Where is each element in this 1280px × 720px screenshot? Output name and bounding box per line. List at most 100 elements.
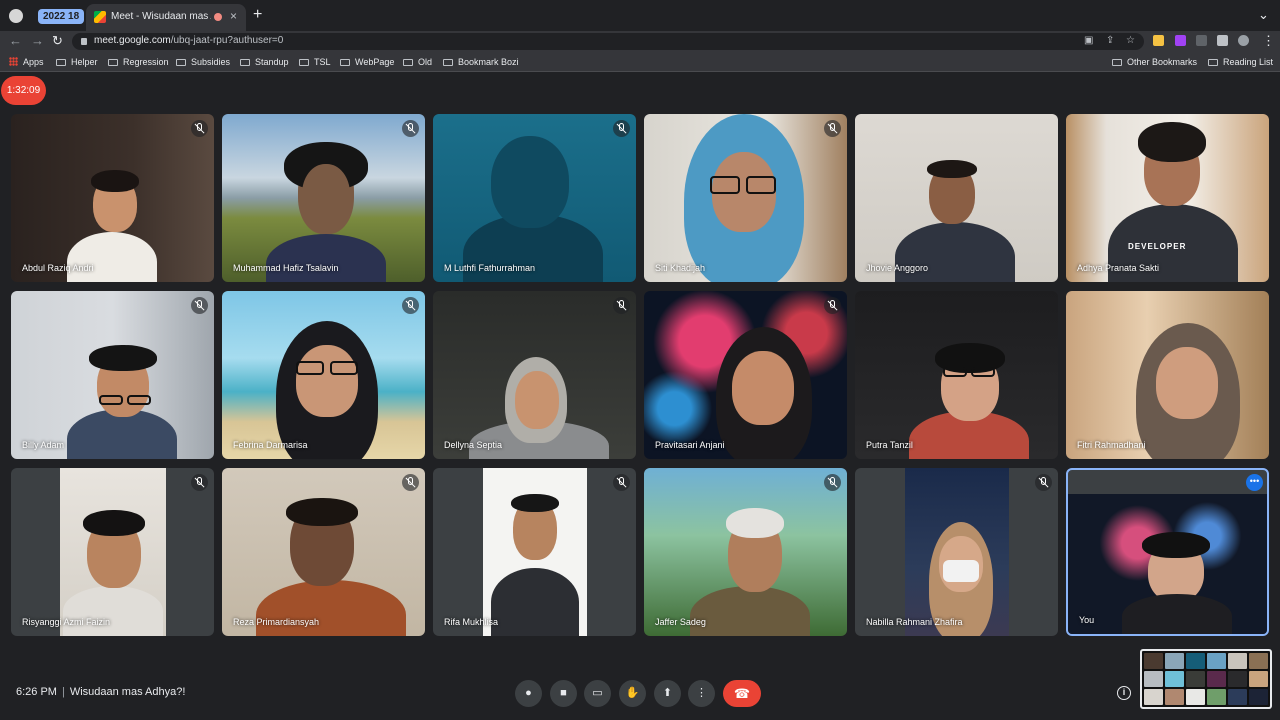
participant-video — [1156, 347, 1218, 419]
participant-tile[interactable]: Putra Tanzil — [855, 291, 1058, 459]
microphone-icon: ● — [525, 687, 532, 699]
participant-name: Jhovie Anggoro — [866, 263, 929, 273]
extensions-puzzle-icon[interactable] — [1217, 35, 1228, 46]
participant-video — [127, 395, 151, 405]
participant-name: Abdul Raziq Andri — [22, 263, 94, 273]
address-bar[interactable]: meet.google.com/ubq-jaat-rpu?authuser=0 … — [72, 33, 1144, 50]
participant-tile[interactable]: Dellyna Septia — [433, 291, 636, 459]
tab-group-label[interactable]: 2022 18 — [38, 9, 85, 24]
bookmark-subsidies[interactable]: Subsidies — [176, 56, 230, 68]
pip-thumb — [1228, 671, 1247, 687]
participant-name: Rifa Mukhlisa — [444, 617, 499, 627]
folder-icon — [240, 59, 250, 66]
bookmark-webpage[interactable]: WebPage — [340, 56, 394, 68]
participant-video — [515, 371, 559, 429]
back-icon[interactable]: ← — [9, 33, 22, 49]
apps-grid-icon — [9, 57, 18, 66]
mic-off-icon — [824, 297, 841, 314]
participant-tile[interactable]: Febrina Darmarisa — [222, 291, 425, 459]
participant-tile[interactable]: Abdul Raziq Andri — [11, 114, 214, 282]
bookmark-tsl[interactable]: TSL — [299, 56, 331, 68]
participant-name: Risyanggi Azmi Faizin — [22, 617, 111, 627]
participant-tile[interactable]: Risyanggi Azmi Faizin — [11, 468, 214, 636]
participant-name: Reza Primardiansyah — [233, 617, 320, 627]
participant-tile[interactable]: Jaffer Sadeg — [644, 468, 847, 636]
leave-call-button[interactable]: ☎ — [723, 680, 761, 707]
mic-off-icon — [824, 474, 841, 491]
participant-tile[interactable]: DEVELOPER Adhya Pranata Sakti — [1066, 114, 1269, 282]
browser-menu-icon[interactable]: ⋮ — [1262, 33, 1275, 49]
self-view-tile[interactable]: ••• You — [1066, 468, 1269, 636]
pip-thumb — [1207, 653, 1226, 669]
captions-button[interactable]: ▭ — [584, 680, 611, 707]
other-bookmarks[interactable]: Other Bookmarks — [1112, 56, 1197, 68]
participant-name: Dellyna Septia — [444, 440, 503, 450]
close-tab-icon[interactable]: × — [230, 9, 237, 23]
forward-icon[interactable]: → — [31, 33, 44, 49]
extension-color-icon[interactable] — [1175, 35, 1186, 46]
microphone-button[interactable]: ● — [515, 680, 542, 707]
meeting-details: 6:26 PM | Wisudaan mas Adhya?! — [16, 686, 185, 698]
bookmark-regression[interactable]: Regression — [108, 56, 169, 68]
participant-tile[interactable]: Reza Primardiansyah — [222, 468, 425, 636]
participant-name: Muhammad Hafiz Tsalavin — [233, 263, 339, 273]
participant-tile[interactable]: Billy Adam — [11, 291, 214, 459]
tab-meet[interactable]: Meet - Wisudaan mas Adhya × — [86, 4, 246, 31]
mic-off-icon — [402, 474, 419, 491]
bookmark-bozi[interactable]: Bookmark Bozi — [443, 56, 519, 68]
pip-thumb — [1207, 671, 1226, 687]
participant-video — [1122, 594, 1232, 634]
participant-tile[interactable]: Siti Khadijah — [644, 114, 847, 282]
participant-video — [330, 361, 358, 375]
participant-video — [67, 232, 157, 282]
pip-thumb — [1144, 689, 1163, 705]
lock-icon — [81, 38, 87, 45]
more-options-button[interactable]: ••• — [1246, 474, 1263, 491]
meeting-info-icon[interactable]: i — [1117, 686, 1131, 700]
camera-in-use-icon[interactable]: ▣ — [1084, 35, 1093, 46]
profile-avatar-icon[interactable] — [1238, 35, 1249, 46]
folder-icon — [1112, 59, 1122, 66]
present-button[interactable]: ⬆ — [654, 680, 681, 707]
reading-list[interactable]: Reading List — [1208, 56, 1273, 68]
picture-in-picture-preview[interactable] — [1140, 649, 1272, 709]
participant-tile[interactable]: Jhovie Anggoro — [855, 114, 1058, 282]
browser-profile-icon[interactable] — [9, 9, 23, 23]
participant-video — [83, 510, 145, 536]
bookmark-old[interactable]: Old — [403, 56, 432, 68]
participant-video — [710, 176, 740, 194]
participant-tile[interactable]: Pravitasari Anjani — [644, 291, 847, 459]
camera-button[interactable]: ■ — [550, 680, 577, 707]
participant-video — [971, 367, 995, 377]
participant-name: Billy Adam — [22, 440, 65, 450]
new-tab-button[interactable]: + — [253, 6, 262, 24]
camera-icon: ■ — [560, 687, 567, 699]
participant-tile[interactable]: Fitri Rahmadhani — [1066, 291, 1269, 459]
raise-hand-button[interactable]: ✋ — [619, 680, 646, 707]
more-options-button[interactable]: ⋮ — [688, 680, 715, 707]
reload-icon[interactable]: ↻ — [52, 33, 63, 49]
participant-name: M Luthfi Fathurrahman — [444, 263, 536, 273]
bookmark-standup[interactable]: Standup — [240, 56, 289, 68]
share-icon[interactable]: ⇪ — [1106, 35, 1114, 46]
face-mask — [943, 560, 979, 582]
extension-shield-icon[interactable] — [1196, 35, 1207, 46]
participant-tile[interactable]: Nabilla Rahmani Zhafira — [855, 468, 1058, 636]
bookmarks-bar: Apps Helper Regression Subsidies Standup… — [0, 53, 1280, 72]
pip-thumb — [1228, 653, 1247, 669]
participant-tile[interactable]: M Luthfi Fathurrahman — [433, 114, 636, 282]
participant-video — [286, 498, 358, 526]
participant-video — [256, 580, 406, 636]
mic-off-icon — [613, 297, 630, 314]
folder-icon — [403, 59, 413, 66]
participant-video — [296, 361, 324, 375]
extension-honey-icon[interactable] — [1153, 35, 1164, 46]
bookmark-helper[interactable]: Helper — [56, 56, 98, 68]
bookmark-apps[interactable]: Apps — [9, 56, 44, 68]
bookmark-star-icon[interactable]: ☆ — [1126, 35, 1135, 46]
participant-tile[interactable]: Rifa Mukhlisa — [433, 468, 636, 636]
folder-icon — [108, 59, 118, 66]
present-screen-icon: ⬆ — [662, 687, 673, 699]
chevron-down-icon[interactable]: ⌄ — [1258, 7, 1269, 23]
participant-tile[interactable]: Muhammad Hafiz Tsalavin — [222, 114, 425, 282]
